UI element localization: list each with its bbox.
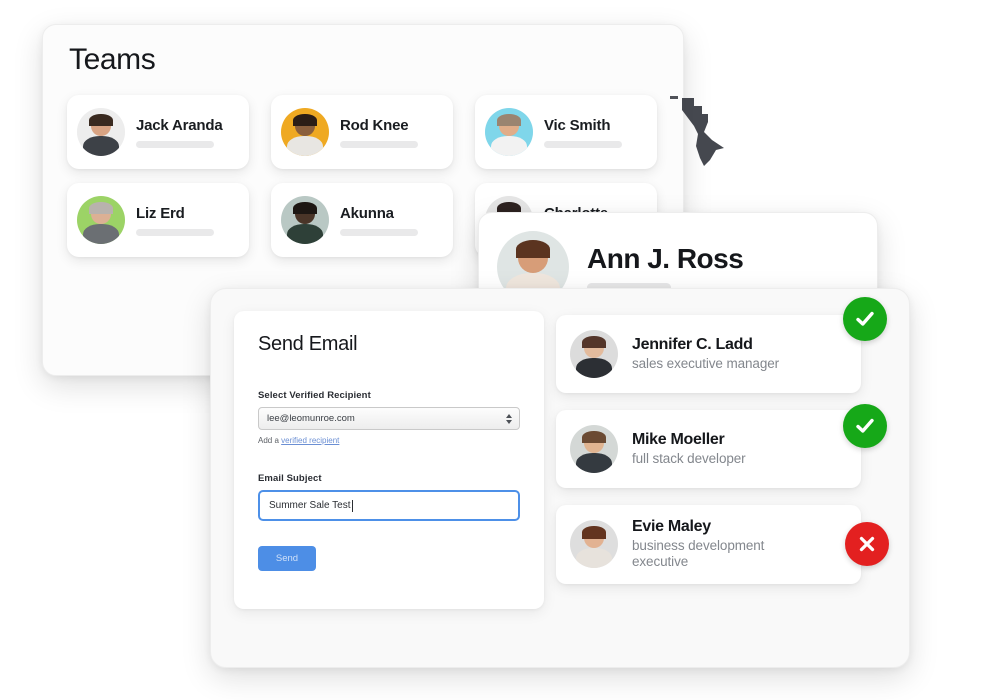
team-member-card[interactable]: Liz Erd bbox=[67, 183, 249, 257]
contact-name: Mike Moeller bbox=[632, 430, 725, 448]
team-member-info: Rod Knee bbox=[340, 117, 443, 148]
team-member-subtitle-placeholder bbox=[340, 140, 418, 148]
subject-label: Email Subject bbox=[258, 473, 322, 484]
avatar bbox=[570, 330, 618, 378]
contact-role: full stack developer bbox=[632, 450, 746, 466]
team-member-subtitle-placeholder bbox=[340, 228, 418, 236]
chevron-down-icon[interactable] bbox=[506, 419, 512, 424]
check-circle-icon bbox=[856, 418, 874, 433]
team-member-info: Jack Aranda bbox=[136, 117, 239, 148]
contact-name: Evie Maley bbox=[632, 518, 711, 535]
recipient-label: Select Verified Recipient bbox=[258, 390, 371, 401]
team-member-name: Jack Aranda bbox=[136, 116, 223, 134]
avatar bbox=[570, 425, 618, 473]
email-composer-panel: Send Email Select Verified Recipient lee… bbox=[210, 288, 910, 668]
profile-name: Ann J. Ross bbox=[587, 242, 744, 274]
team-member-card[interactable]: Akunna bbox=[271, 183, 453, 257]
contact-info: Mike Moeller full stack developer bbox=[632, 431, 746, 467]
recipient-field-group: Select Verified Recipient lee@leomunroe.… bbox=[258, 390, 520, 445]
contact-info: Evie Maley business development executiv… bbox=[632, 518, 817, 571]
page-title: Teams bbox=[69, 43, 156, 76]
verified-recipient-link[interactable]: verified recipient bbox=[281, 436, 339, 445]
status-badge bbox=[843, 404, 887, 448]
team-member-name: Rod Knee bbox=[340, 116, 409, 134]
x-circle-icon bbox=[859, 536, 875, 552]
stepper-arrows-icon[interactable] bbox=[506, 413, 512, 424]
recipient-hint-prefix: Add a bbox=[258, 436, 282, 445]
contact-role: business development executive bbox=[632, 538, 765, 570]
avatar bbox=[77, 108, 125, 156]
contact-info: Jennifer C. Ladd sales executive manager bbox=[632, 336, 779, 372]
contact-card[interactable]: Evie Maley business development executiv… bbox=[556, 505, 889, 584]
contact-card[interactable]: Mike Moeller full stack developer bbox=[556, 404, 887, 488]
team-member-info: Vic Smith bbox=[544, 117, 647, 148]
subject-field-group: Email Subject Summer Sale Test bbox=[258, 473, 520, 521]
send-email-card: Send Email Select Verified Recipient lee… bbox=[234, 311, 544, 609]
chevron-up-icon[interactable] bbox=[506, 413, 512, 418]
contact-card[interactable]: Jennifer C. Ladd sales executive manager bbox=[556, 297, 887, 393]
profile-info: Ann J. Ross bbox=[587, 242, 744, 292]
avatar bbox=[281, 196, 329, 244]
team-member-info: Akunna bbox=[340, 205, 443, 236]
text-caret bbox=[351, 499, 353, 512]
avatar bbox=[570, 520, 618, 569]
contact-role: sales executive manager bbox=[632, 355, 780, 371]
team-member-card[interactable]: Vic Smith bbox=[475, 95, 657, 169]
subject-value: Summer Sale Test bbox=[269, 500, 351, 511]
subject-input[interactable]: Summer Sale Test bbox=[258, 490, 520, 521]
app-stage: Teams Jack Aranda Rod Knee Vic Smith Liz… bbox=[0, 0, 1000, 700]
team-member-name: Akunna bbox=[340, 204, 394, 222]
recipient-hint: Add a verified recipient bbox=[258, 436, 520, 445]
team-member-card[interactable]: Jack Aranda bbox=[67, 95, 249, 169]
team-member-name: Vic Smith bbox=[544, 116, 611, 134]
status-badge bbox=[845, 522, 889, 566]
team-member-info: Liz Erd bbox=[136, 205, 239, 236]
team-member-subtitle-placeholder bbox=[544, 140, 622, 148]
recipient-value: lee@leomunroe.com bbox=[267, 413, 355, 424]
team-member-subtitle-placeholder bbox=[136, 140, 214, 148]
team-member-subtitle-placeholder bbox=[136, 228, 214, 236]
contacts-list: Jennifer C. Ladd sales executive manager bbox=[556, 297, 889, 584]
contact-name: Jennifer C. Ladd bbox=[632, 335, 753, 353]
avatar bbox=[77, 196, 125, 244]
team-member-name: Liz Erd bbox=[136, 204, 185, 222]
send-button[interactable]: Send bbox=[258, 546, 316, 571]
team-member-card[interactable]: Rod Knee bbox=[271, 95, 453, 169]
send-email-title: Send Email bbox=[258, 333, 358, 355]
status-badge bbox=[843, 297, 887, 341]
recipient-select[interactable]: lee@leomunroe.com bbox=[258, 407, 520, 430]
check-circle-icon bbox=[856, 311, 874, 326]
avatar bbox=[281, 108, 329, 156]
avatar bbox=[485, 108, 533, 156]
